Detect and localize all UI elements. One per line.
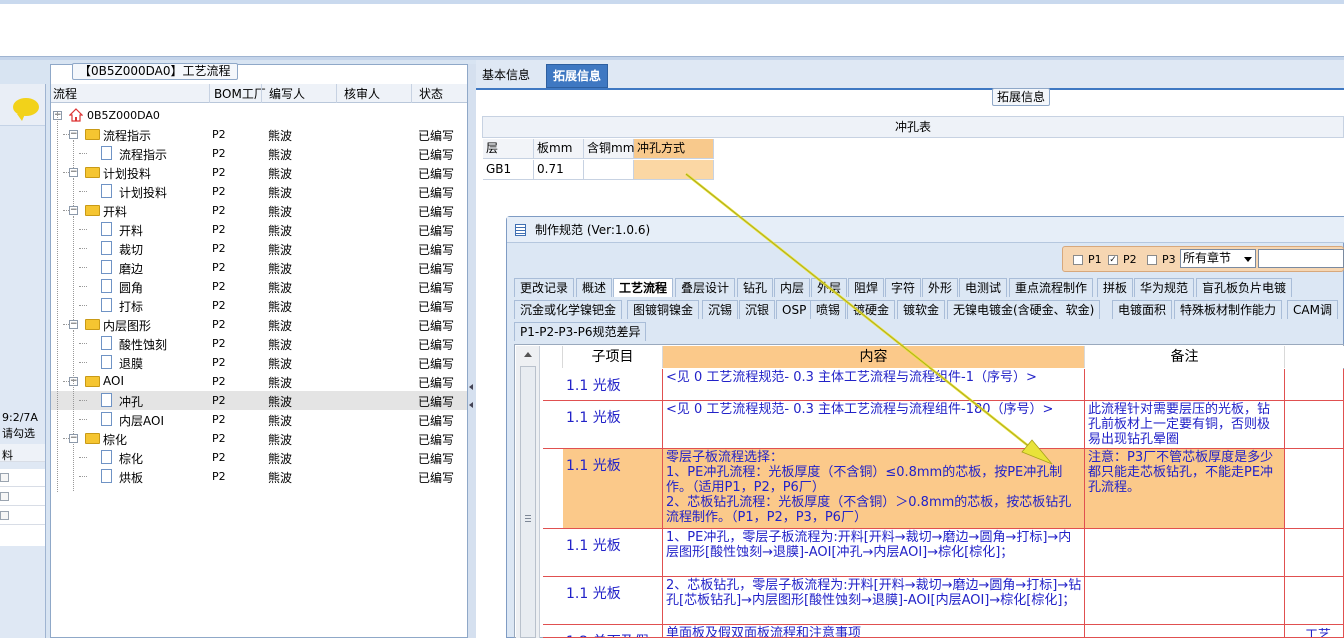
- annotation-arrow: [685, 173, 1053, 465]
- tree-caption: 【0B5Z000DA0】工艺流程: [72, 63, 238, 80]
- arrow-line-edge: [685, 173, 1037, 453]
